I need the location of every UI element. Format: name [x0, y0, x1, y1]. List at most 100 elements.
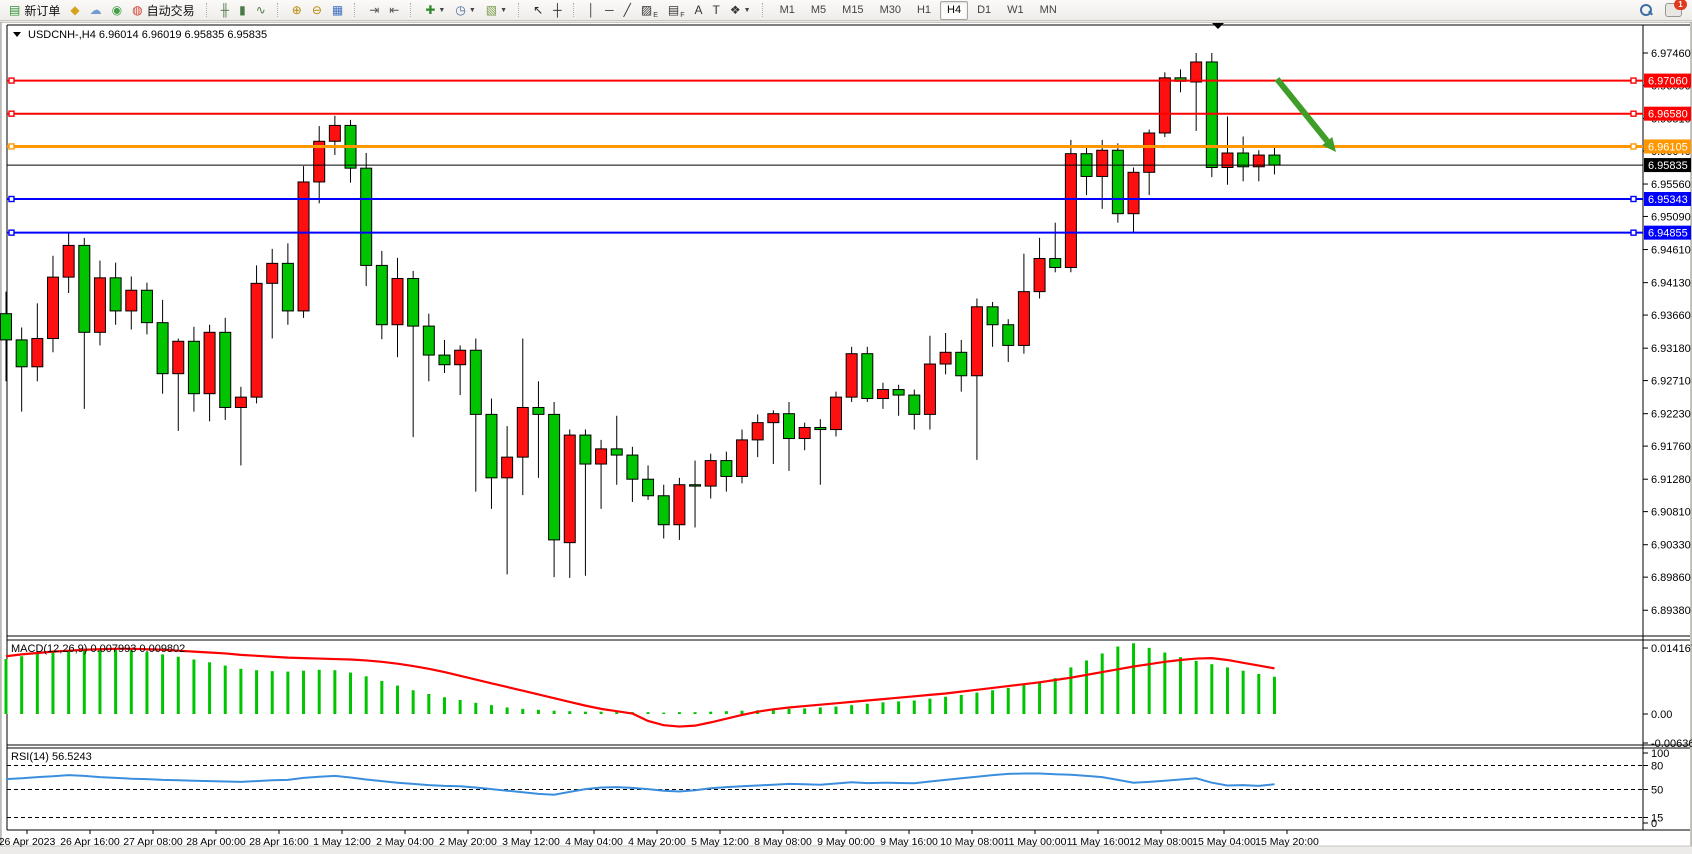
dropdown-caret-icon[interactable]: ▼: [500, 7, 507, 14]
candle: [1018, 292, 1029, 346]
signal-icon: ◉: [112, 2, 122, 19]
gold-box-icon: ◆: [70, 2, 79, 19]
autotrading-button-label: 自动交易: [147, 2, 195, 19]
search-icon[interactable]: [1639, 3, 1653, 17]
svg-text:2 May 20:00: 2 May 20:00: [439, 836, 497, 848]
candle: [956, 352, 967, 375]
zoom-out-button[interactable]: ⊖: [307, 1, 327, 20]
svg-text:11 May 00:00: 11 May 00:00: [1004, 836, 1067, 848]
candle: [705, 461, 716, 487]
svg-text:6.96105: 6.96105: [1648, 141, 1688, 153]
chart-shift-button[interactable]: ⇤: [384, 1, 404, 20]
candle: [298, 182, 309, 311]
svg-text:26 Apr 16:00: 26 Apr 16:00: [60, 836, 120, 848]
zoom-in-icon: ⊕: [292, 2, 302, 19]
timeframe-m1[interactable]: M1: [773, 1, 802, 20]
candle: [439, 355, 450, 365]
notifications-icon[interactable]: 1: [1665, 3, 1682, 17]
svg-text:0.00: 0.00: [1651, 709, 1672, 721]
text-button[interactable]: A: [690, 1, 708, 20]
candle: [63, 245, 74, 277]
candle: [877, 390, 888, 399]
arrows-button[interactable]: ❖▼: [725, 1, 756, 20]
horizontal-line-button[interactable]: ─: [600, 1, 619, 20]
line-chart-button[interactable]: ∿: [251, 1, 271, 20]
chart-area[interactable]: 6.974606.969906.965106.960406.955606.950…: [0, 22, 1692, 854]
candle: [830, 397, 841, 429]
tile-windows-button[interactable]: ▦: [327, 1, 348, 20]
equidistant-channel-button[interactable]: ▨E: [636, 1, 663, 20]
dropdown-caret-icon[interactable]: ▼: [438, 7, 445, 14]
autotrading-button[interactable]: ◍ 自动交易: [127, 1, 200, 20]
timeframe-m5[interactable]: M5: [804, 1, 833, 20]
timeframe-h4[interactable]: H4: [940, 1, 968, 20]
zoom-out-icon: ⊖: [312, 2, 322, 19]
svg-text:6.96580: 6.96580: [1648, 109, 1688, 121]
rsi-label: RSI(14) 56.5243: [11, 751, 92, 763]
svg-text:1 May 12:00: 1 May 12:00: [313, 836, 371, 848]
tile-windows-icon: ▦: [332, 2, 343, 19]
candle: [517, 407, 528, 457]
chart-title: USDCNH-,H4 6.96014 6.96019 6.95835 6.958…: [28, 29, 267, 41]
svg-text:2 May 04:00: 2 May 04:00: [376, 836, 434, 848]
svg-text:9 May 00:00: 9 May 00:00: [817, 836, 875, 848]
candle: [971, 307, 982, 376]
candle: [549, 414, 560, 540]
text-label-button[interactable]: T: [708, 1, 725, 20]
candle: [423, 326, 434, 355]
trendline-button[interactable]: ╱: [619, 1, 636, 20]
candle: [141, 290, 152, 322]
signals-button[interactable]: ◉: [107, 1, 127, 20]
autotrade-icon: ◍: [132, 2, 142, 19]
candle: [1144, 133, 1155, 172]
crosshair-button[interactable]: ┼: [548, 1, 567, 20]
auto-scroll-button[interactable]: ⇥: [364, 1, 384, 20]
candle: [940, 352, 951, 364]
candle: [721, 461, 732, 477]
candle: [110, 278, 121, 311]
chart-window: 6.974606.969906.965106.960406.955606.950…: [0, 22, 1692, 854]
svg-text:6.90810: 6.90810: [1651, 507, 1691, 519]
candle: [1097, 150, 1108, 176]
vertical-line-button[interactable]: │: [583, 1, 601, 20]
marketwatch-button[interactable]: ◆: [65, 1, 84, 20]
candle: [1034, 259, 1045, 292]
candle: [251, 283, 262, 397]
candle: [1128, 172, 1139, 213]
candle: [486, 414, 497, 477]
candle: [784, 414, 795, 439]
toolbar-group-trade: ▤新订单 ◆ ☁ ◉ ◍ 自动交易: [4, 0, 200, 20]
timeframe-d1[interactable]: D1: [970, 1, 998, 20]
svg-text:80: 80: [1651, 761, 1663, 773]
fibonacci-button[interactable]: ▤F: [663, 1, 690, 20]
candle: [173, 341, 184, 373]
shapes-icon: ❖: [730, 2, 741, 19]
candle: [862, 354, 873, 399]
svg-text:6.91760: 6.91760: [1651, 441, 1691, 453]
ohlc-bars-button[interactable]: ╫: [216, 1, 235, 20]
candlestick-button[interactable]: ▮: [234, 1, 251, 20]
svg-text:6.97060: 6.97060: [1648, 76, 1688, 88]
periods-button[interactable]: ◷▼: [450, 1, 480, 20]
toolbar-group-scroll: ⇥⇤: [364, 0, 404, 20]
svg-text:6.95835: 6.95835: [1648, 160, 1688, 172]
dropdown-caret-icon[interactable]: ▼: [744, 7, 751, 14]
indicators-button[interactable]: ✚▼: [420, 1, 450, 20]
toolbar-group-cursor: ↖┼: [528, 0, 567, 20]
new-order-button[interactable]: ▤新订单: [4, 1, 65, 20]
timeframe-w1[interactable]: W1: [1000, 1, 1031, 20]
templates-button[interactable]: ▧▼: [481, 1, 512, 20]
timeframe-m30[interactable]: M30: [873, 1, 908, 20]
dropdown-caret-icon[interactable]: ▼: [469, 7, 476, 14]
vertical-line-icon: │: [588, 2, 596, 19]
timeframe-mn[interactable]: MN: [1033, 1, 1064, 20]
timeframe-m15[interactable]: M15: [835, 1, 870, 20]
svg-text:11 May 16:00: 11 May 16:00: [1067, 836, 1130, 848]
navigator-button[interactable]: ☁: [85, 1, 107, 20]
timeframe-h1[interactable]: H1: [910, 1, 938, 20]
candle: [564, 435, 575, 543]
zoom-in-button[interactable]: ⊕: [287, 1, 307, 20]
cursor-button[interactable]: ↖: [528, 1, 548, 20]
svg-text:6.90330: 6.90330: [1651, 540, 1691, 552]
candle: [220, 332, 231, 407]
